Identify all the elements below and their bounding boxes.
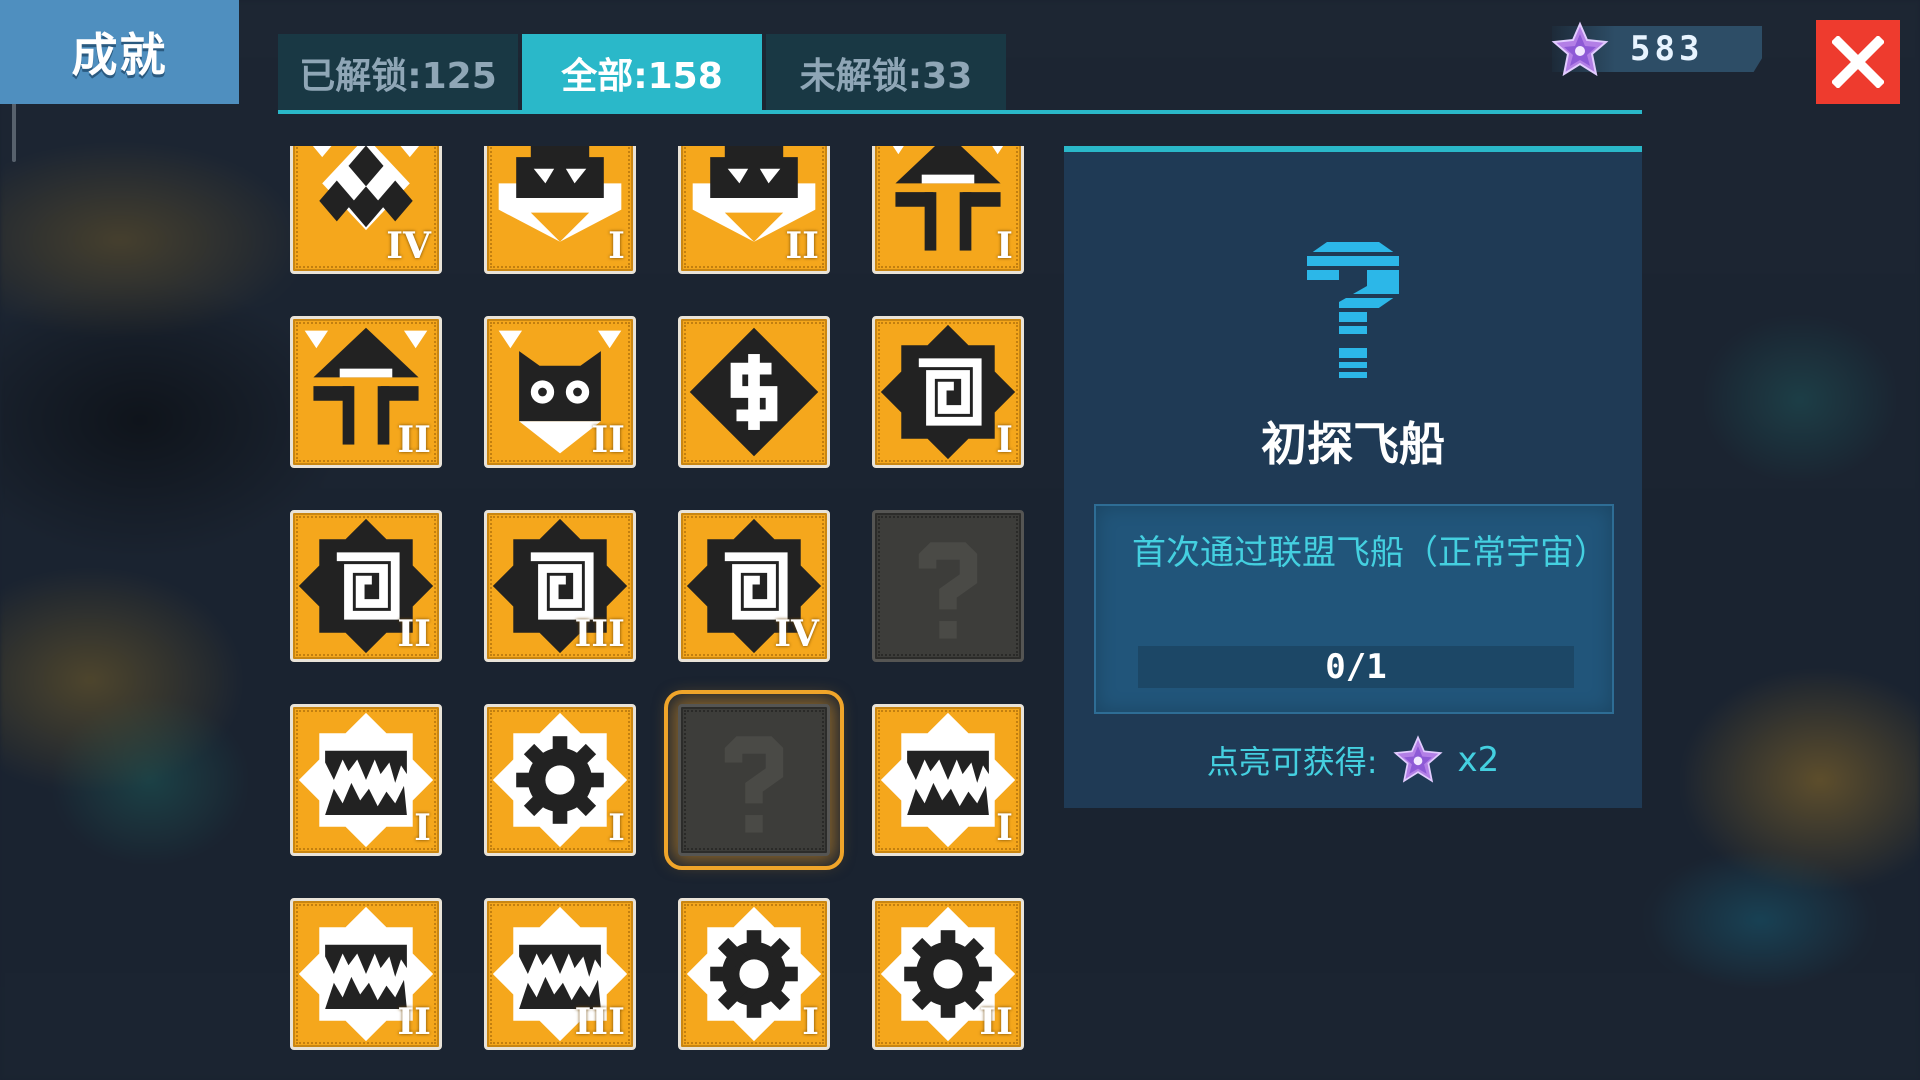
progress-text: 0/1 — [1325, 647, 1387, 687]
question-icon — [918, 542, 978, 639]
close-button[interactable] — [1816, 20, 1900, 104]
achievement-badge[interactable]: II — [484, 316, 636, 468]
coin-icon — [689, 327, 819, 457]
tabs-underline — [278, 110, 1642, 114]
achievement-title: 初探飞船 — [1261, 417, 1445, 471]
achievement-badge[interactable] — [664, 690, 844, 870]
purple-star-icon — [1551, 21, 1609, 77]
badge-tier-label: I — [608, 225, 625, 267]
question-icon — [724, 736, 784, 833]
badge-tier-label: IV — [386, 225, 431, 267]
badge-tier-label: II — [785, 225, 819, 267]
close-x-icon — [1832, 36, 1884, 88]
badge-tier-label: II — [397, 613, 431, 655]
achievement-badge[interactable]: II — [290, 898, 442, 1050]
badge-tier-label: IV — [774, 613, 819, 655]
purple-star-icon — [1392, 735, 1443, 783]
currency-value: 583 — [1630, 29, 1704, 69]
achievement-badge[interactable]: III — [484, 510, 636, 662]
question-icon — [1303, 242, 1403, 378]
achievement-grid: IV I II I II II I II III IV I I I II III I II — [280, 146, 1040, 1050]
filter-tabs: 已解锁:125 全部:158 未解锁:33 — [278, 34, 1010, 112]
achievement-description: 首次通过联盟飞船（正常宇宙） — [1132, 533, 1608, 573]
achievement-badge[interactable]: II — [290, 510, 442, 662]
achievement-badge[interactable]: I — [290, 704, 442, 856]
tab-locked[interactable]: 未解锁:33 — [766, 34, 1006, 112]
page-title-box: 成就 — [0, 0, 239, 104]
achievement-detail-panel: 初探飞船 首次通过联盟飞船（正常宇宙） 0/1 点亮可获得: x2 — [1064, 146, 1642, 808]
achievement-badge[interactable]: I — [484, 146, 636, 274]
achievement-badge[interactable]: II — [290, 316, 442, 468]
badge-tier-label: I — [802, 1001, 819, 1043]
badge-tier-label: I — [608, 807, 625, 849]
badge-tier-label: III — [574, 1001, 625, 1043]
progress-bar: 0/1 — [1138, 646, 1574, 688]
page-title: 成就 — [71, 28, 168, 82]
achievement-badge[interactable]: II — [678, 146, 830, 274]
reward-row: 点亮可获得: x2 — [1064, 730, 1642, 790]
achievement-badge[interactable]: I — [484, 704, 636, 856]
achievement-grid-viewport[interactable]: IV I II I II II I II III IV I I I II III I II — [280, 146, 1040, 1080]
achievement-badge[interactable]: IV — [678, 510, 830, 662]
achievement-badge[interactable]: II — [872, 898, 1024, 1050]
tab-all[interactable]: 全部:158 — [522, 34, 762, 112]
achievement-badge[interactable] — [872, 510, 1024, 662]
reward-label: 点亮可获得: — [1206, 743, 1378, 781]
badge-tier-label: I — [996, 807, 1013, 849]
achievement-badge[interactable]: I — [872, 704, 1024, 856]
achievement-badge[interactable] — [678, 316, 830, 468]
achievement-badge[interactable]: I — [678, 898, 830, 1050]
achievement-badge[interactable]: I — [872, 316, 1024, 468]
achievement-badge[interactable]: IV — [290, 146, 442, 274]
badge-tier-label: II — [397, 419, 431, 461]
badge-tier-label: III — [574, 613, 625, 655]
tab-unlocked[interactable]: 已解锁:125 — [278, 34, 518, 112]
achievement-badge[interactable]: III — [484, 898, 636, 1050]
reward-count: x2 — [1457, 740, 1500, 780]
badge-tier-label: II — [397, 1001, 431, 1043]
badge-tier-label: I — [996, 225, 1013, 267]
achievement-description-box: 首次通过联盟飞船（正常宇宙） 0/1 — [1094, 504, 1614, 714]
badge-tier-label: I — [996, 419, 1013, 461]
achievement-badge[interactable]: I — [872, 146, 1024, 274]
badge-tier-label: II — [591, 419, 625, 461]
badge-tier-label: II — [979, 1001, 1013, 1043]
badge-tier-label: I — [414, 807, 431, 849]
